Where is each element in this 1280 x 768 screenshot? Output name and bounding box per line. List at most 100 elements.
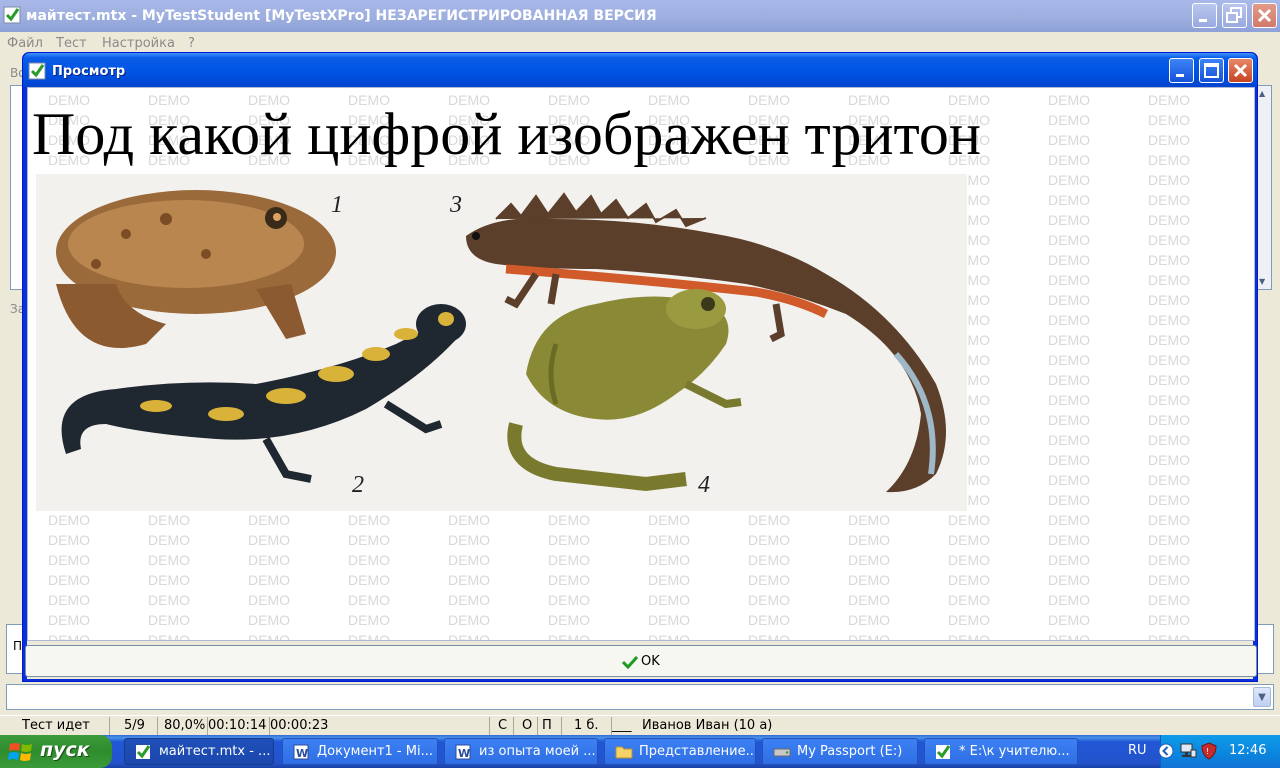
demo-watermark-text: DEMO (148, 612, 190, 628)
demo-watermark-text: DEMO (1048, 452, 1090, 468)
task-my-passport[interactable]: My Passport (E:) (762, 738, 918, 765)
demo-watermark-text: DEMO (1048, 412, 1090, 428)
demo-watermark-text: DEMO (348, 552, 390, 568)
main-restore-button[interactable] (1222, 3, 1247, 28)
demo-watermark-text: DEMO (948, 512, 990, 528)
demo-watermark-text: DEMO (448, 632, 490, 641)
demo-watermark-text: DEMO (148, 632, 190, 641)
demo-watermark-text: DEMO (848, 612, 890, 628)
dialog-minimize-button[interactable] (1169, 58, 1194, 83)
network-icon[interactable] (1179, 742, 1197, 760)
demo-watermark-text: DEMO (1048, 292, 1090, 308)
shield-icon[interactable]: ! (1201, 742, 1217, 760)
answer-label: П (13, 639, 23, 653)
amphibians-illustration (56, 190, 946, 493)
demo-watermark-text: DEMO (1048, 112, 1090, 128)
demo-watermark-text: DEMO (548, 512, 590, 528)
demo-watermark-text: DEMO (848, 592, 890, 608)
preview-area: DEMO DEMO DEMO DEMO DEMO DEMO DEMO DEMO DEMO DEMO… (27, 87, 1255, 641)
drive-icon (773, 748, 791, 757)
clock[interactable]: 12:46 (1229, 743, 1266, 758)
menu-settings[interactable]: Настройка (102, 36, 175, 51)
menu-file[interactable]: Файл (7, 36, 43, 51)
demo-watermark-text: DEMO (1148, 632, 1190, 641)
preview-dialog-titlebar[interactable]: Просмотр (23, 53, 1257, 87)
main-menu-bar: Файл Тест Настройка ? (0, 32, 1280, 54)
menu-test[interactable]: Тест (56, 36, 87, 51)
minimize-icon (1199, 19, 1207, 22)
demo-watermark-text: DEMO (1148, 352, 1190, 368)
answer-combobox[interactable]: ▼ (6, 684, 1274, 710)
task-presentation-folder[interactable]: Представление... (604, 738, 756, 765)
demo-watermark-text: DEMO (1148, 292, 1190, 308)
demo-watermark-text: DEMO (948, 632, 990, 641)
svg-text:!: ! (1206, 747, 1209, 756)
demo-watermark-text: DEMO (748, 572, 790, 588)
demo-watermark-text: DEMO (648, 592, 690, 608)
demo-watermark-text: DEMO (248, 512, 290, 528)
demo-watermark-text: DEMO (48, 512, 90, 528)
demo-watermark-text: DEMO (1148, 472, 1190, 488)
demo-watermark-text: DEMO (1048, 312, 1090, 328)
demo-watermark-text: DEMO (548, 632, 590, 641)
demo-watermark-text: DEMO (448, 592, 490, 608)
task-document1[interactable]: W Документ1 - Mi... (282, 738, 438, 765)
task-experience-doc[interactable]: W из опыта моей ... (444, 738, 598, 765)
menu-help[interactable]: ? (188, 36, 195, 51)
demo-watermark-text: DEMO (1048, 432, 1090, 448)
demo-watermark-text: DEMO (348, 572, 390, 588)
demo-watermark-text: DEMO (748, 632, 790, 641)
demo-watermark-text: DEMO (1148, 312, 1190, 328)
scroll-up-icon[interactable]: ▲ (1259, 89, 1265, 98)
demo-watermark-text: DEMO (348, 532, 390, 548)
dialog-close-button[interactable] (1228, 58, 1253, 83)
tray-expand-icon[interactable] (1158, 743, 1174, 759)
amphibians-picture: 1 2 3 4 (36, 174, 967, 511)
ok-button[interactable]: OK (25, 645, 1257, 677)
demo-watermark-text: DEMO (1048, 492, 1090, 508)
demo-watermark-text: DEMO (848, 572, 890, 588)
task-label: * E:\к учителю... (959, 744, 1070, 759)
demo-watermark-text: DEMO (1148, 252, 1190, 268)
demo-watermark-text: DEMO (748, 532, 790, 548)
checkbox-icon (136, 745, 151, 759)
start-button[interactable]: пуск (0, 735, 112, 768)
main-window-title: майтест.mtx - MyTestStudent [MyTestXPro]… (26, 8, 657, 24)
word-icon: W (293, 744, 309, 760)
demo-watermark-text: DEMO (748, 592, 790, 608)
demo-watermark-text: DEMO (348, 632, 390, 641)
demo-watermark-text: DEMO (648, 572, 690, 588)
demo-watermark-text: DEMO (1148, 392, 1190, 408)
chevron-down-icon[interactable]: ▼ (1253, 687, 1271, 707)
app-checkbox-icon (28, 62, 46, 80)
minimize-icon (1176, 74, 1184, 77)
demo-watermark-text: DEMO (1048, 332, 1090, 348)
main-close-button[interactable] (1252, 3, 1277, 28)
demo-watermark-text: DEMO (1148, 172, 1190, 188)
dialog-maximize-button[interactable] (1199, 58, 1224, 83)
main-window-titlebar: майтест.mtx - MyTestStudent [MyTestXPro]… (0, 0, 1280, 32)
task-label: из опыта моей ... (479, 744, 596, 759)
checkbox-icon (936, 745, 951, 759)
preview-dialog-title: Просмотр (52, 64, 126, 79)
checkmark-icon (622, 655, 638, 669)
task-mytest[interactable]: майтест.mtx - ... (124, 738, 274, 765)
picture-number-4: 4 (698, 472, 710, 498)
demo-watermark-text: DEMO (1048, 632, 1090, 641)
picture-number-1: 1 (331, 192, 343, 218)
demo-watermark-text: DEMO (948, 612, 990, 628)
task-teacher-test[interactable]: * E:\к учителю... (924, 738, 1078, 765)
scroll-down-icon[interactable]: ▼ (1259, 277, 1265, 286)
demo-watermark-text: DEMO (148, 592, 190, 608)
language-indicator[interactable]: RU (1128, 743, 1147, 758)
demo-watermark-text: DEMO (1048, 252, 1090, 268)
main-minimize-button[interactable] (1192, 3, 1217, 28)
demo-watermark-text: DEMO (148, 572, 190, 588)
demo-watermark-text: DEMO (1148, 192, 1190, 208)
status-state: Тест идет (0, 717, 110, 735)
status-score: 1 б. (562, 717, 612, 735)
task-label: Представление... (639, 744, 756, 759)
restore-icon (1226, 7, 1242, 23)
demo-watermark-text: DEMO (248, 592, 290, 608)
demo-watermark-text: DEMO (48, 632, 90, 641)
